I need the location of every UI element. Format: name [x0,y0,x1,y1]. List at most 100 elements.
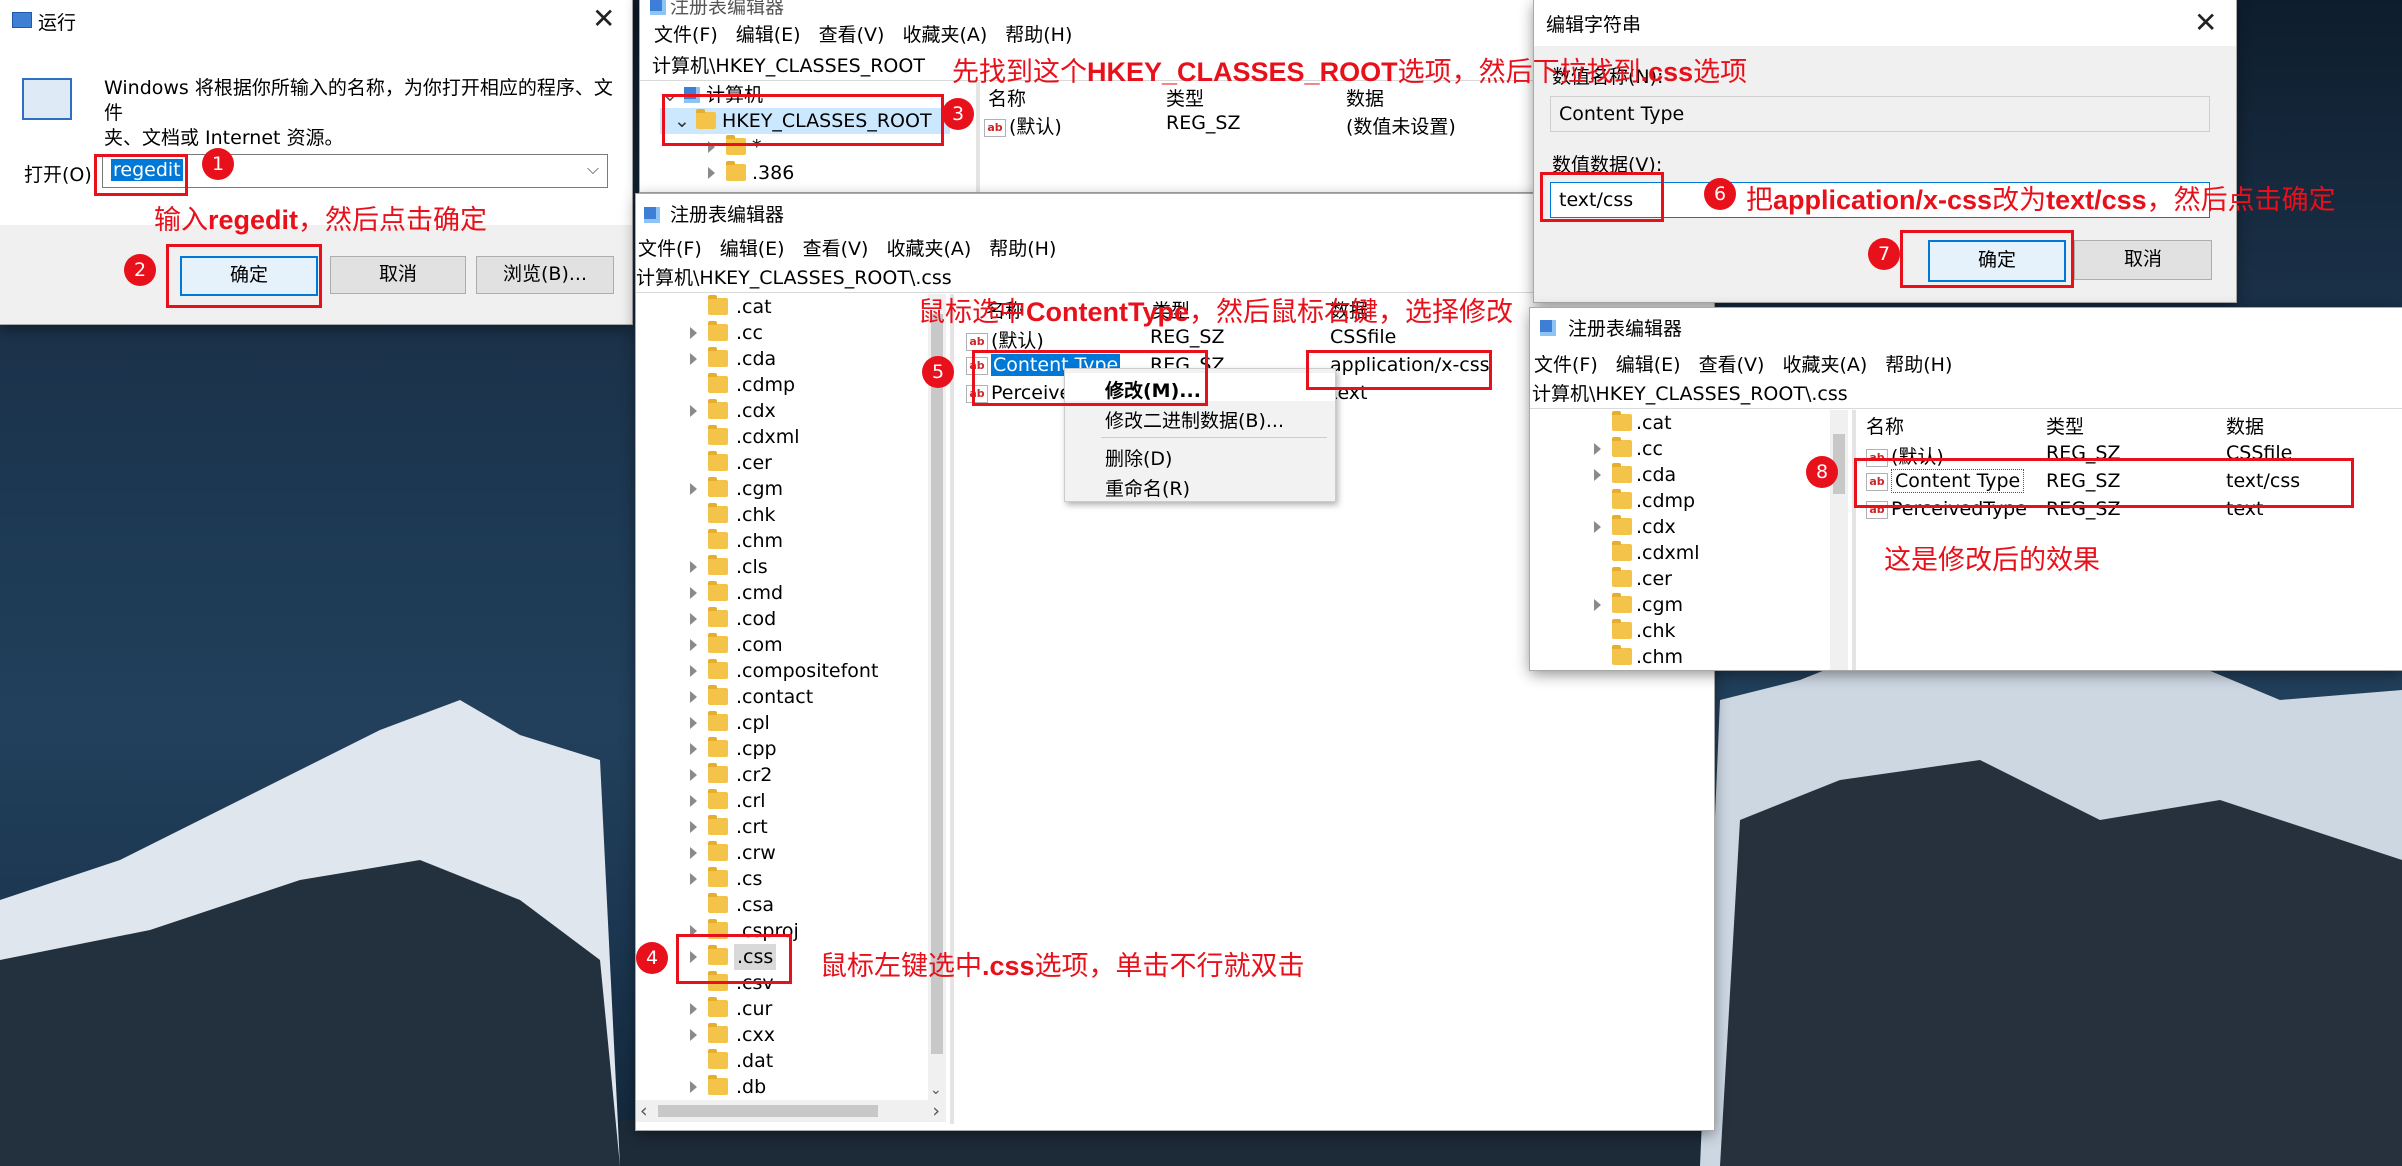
expand-icon[interactable] [690,327,697,339]
tree-item[interactable]: .chk [1530,618,1830,644]
menu-file[interactable]: 文件(F) [638,234,702,261]
tree-horizontal-scrollbar[interactable]: ‹ › [636,1100,946,1122]
expand-icon[interactable] [690,1029,697,1041]
expand-icon[interactable] [690,769,697,781]
tree-item[interactable]: .cdx [1530,514,1830,540]
expand-icon[interactable] [690,743,697,755]
menu-item-modify-binary[interactable]: 修改二进制数据(B)... [1065,403,1335,432]
expand-icon[interactable] [1594,599,1601,611]
expand-icon[interactable] [690,1003,697,1015]
menu-view[interactable]: 查看(V) [1699,350,1765,377]
tree-item[interactable]: .cpl [636,710,928,736]
menu-help[interactable]: 帮助(H) [1885,350,1952,377]
browse-button[interactable]: 浏览(B)... [476,256,614,294]
expand-icon[interactable] [1594,469,1601,481]
tree-item[interactable]: .cmd [636,580,928,606]
expand-icon[interactable] [690,665,697,677]
close-icon[interactable]: ✕ [2194,6,2217,40]
value-row-default[interactable]: ab (默认) [984,112,1062,139]
expand-icon[interactable] [690,353,697,365]
tree-item[interactable]: .db [636,1074,928,1100]
menu-view[interactable]: 查看(V) [803,234,869,261]
tree-item[interactable]: .cod [636,606,928,632]
tree-item[interactable]: .crl [636,788,928,814]
tree-item[interactable]: .com [636,632,928,658]
tree-item[interactable]: .crt [636,814,928,840]
menu-favorites[interactable]: 收藏夹(A) [1782,350,1867,377]
menu-view[interactable]: 查看(V) [819,20,885,47]
cancel-button[interactable]: 取消 [330,256,466,294]
scrollbar-thumb[interactable] [658,1105,878,1117]
col-name[interactable]: 名称 [1866,412,1904,439]
tree-item[interactable]: .cpp [636,736,928,762]
tree-item[interactable]: .cls [636,554,928,580]
expand-icon[interactable] [690,717,697,729]
menu-edit[interactable]: 编辑(E) [736,20,801,47]
tree-item[interactable]: .cc [636,320,928,346]
expand-icon[interactable] [690,691,697,703]
expand-icon[interactable] [690,795,697,807]
tree-item[interactable]: .cat [1530,410,1830,436]
tree-item[interactable]: .cs [636,866,928,892]
tree-item[interactable]: .chm [636,528,928,554]
tree-item[interactable]: .chk [636,502,928,528]
close-icon[interactable]: ✕ [592,2,615,36]
col-type[interactable]: 类型 [2046,412,2084,439]
expand-icon[interactable] [1594,443,1601,455]
expand-icon[interactable] [690,561,697,573]
tree-item[interactable]: .cda [1530,462,1830,488]
tree-item[interactable]: .crw [636,840,928,866]
expand-icon[interactable] [690,405,697,417]
tree-item[interactable]: .cer [1530,566,1830,592]
menu-edit[interactable]: 编辑(E) [1616,350,1681,377]
reg-result-splitter[interactable] [1852,410,1856,670]
tree-item[interactable]: .cr2 [636,762,928,788]
tree-vertical-scrollbar[interactable] [1830,410,1848,670]
expand-icon[interactable] [1594,521,1601,533]
expand-icon[interactable] [690,613,697,625]
tree-item[interactable]: .cda [636,346,928,372]
tree-item[interactable]: .contact [636,684,928,710]
chevron-down-icon[interactable]: ⌄ [930,1082,942,1098]
tree-item[interactable]: .dat [636,1048,928,1074]
tree-item[interactable]: .cat [636,294,928,320]
cancel-button[interactable]: 取消 [2074,240,2212,280]
reg-main-splitter[interactable] [950,294,954,1124]
tree-item[interactable]: .cgm [636,476,928,502]
expand-icon[interactable] [690,639,697,651]
tree-item[interactable]: .cc [1530,436,1830,462]
menu-favorites[interactable]: 收藏夹(A) [902,20,987,47]
menu-help[interactable]: 帮助(H) [989,234,1056,261]
expand-icon[interactable] [690,483,697,495]
menu-file[interactable]: 文件(F) [654,20,718,47]
tree-item[interactable]: .cdmp [636,372,928,398]
menu-file[interactable]: 文件(F) [1534,350,1598,377]
expand-icon[interactable] [690,873,697,885]
reg-top-splitter[interactable] [976,82,980,192]
tree-item[interactable]: .cgm [1530,592,1830,618]
tree-item[interactable]: .compositefont [636,658,928,684]
value-row-default[interactable]: ab (默认) [966,326,1044,353]
expand-icon[interactable] [690,847,697,859]
tree-item[interactable]: .cur [636,996,928,1022]
menu-favorites[interactable]: 收藏夹(A) [886,234,971,261]
chevron-down-icon[interactable]: ⌵ [587,159,599,179]
tree-item-386[interactable]: .386 [640,160,970,186]
tree-item[interactable]: .cdxml [1530,540,1830,566]
expand-icon[interactable] [690,1081,697,1093]
reg-result-address-bar[interactable]: 计算机\HKEY_CLASSES_ROOT\.css [1530,380,2402,409]
tree-item[interactable]: .cdmp [1530,488,1830,514]
expand-icon[interactable] [708,167,715,179]
tree-item[interactable]: .cdxml [636,424,928,450]
menu-item-delete[interactable]: 删除(D) [1065,441,1335,470]
tree-item[interactable]: .cer [636,450,928,476]
expand-icon[interactable] [690,587,697,599]
chevron-right-icon[interactable]: › [932,1100,940,1122]
tree-item[interactable]: .chm [1530,644,1830,670]
scrollbar-thumb[interactable] [931,314,943,1054]
tree-item[interactable]: .cdx [636,398,928,424]
tree-item[interactable]: .csa [636,892,928,918]
chevron-left-icon[interactable]: ‹ [640,1100,648,1122]
expand-icon[interactable] [690,821,697,833]
menu-edit[interactable]: 编辑(E) [720,234,785,261]
